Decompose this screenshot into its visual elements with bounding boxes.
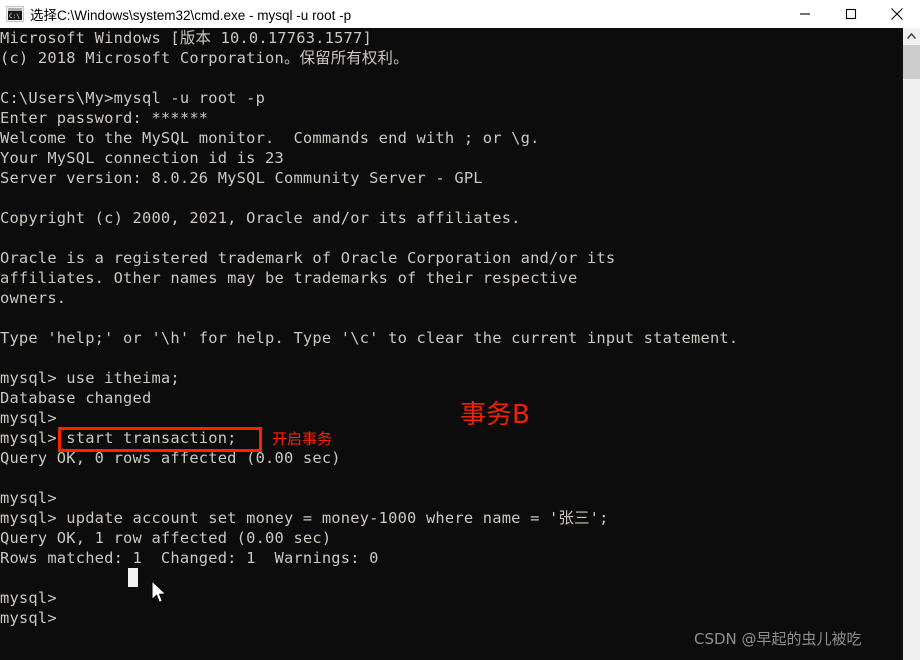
scrollbar-up-arrow-button[interactable] [903,28,920,45]
close-button[interactable] [874,0,920,28]
annotation-label-transaction-b: 事务B [460,400,530,430]
mouse-pointer-icon [151,579,169,606]
window-titlebar[interactable]: C:\ 选择C:\Windows\system32\cmd.exe - mysq… [0,0,920,28]
terminal-output-area[interactable]: Microsoft Windows [版本 10.0.17763.1577] (… [0,28,903,660]
annotation-label-open-transaction: 开启事务 [272,430,333,448]
svg-text:C:\: C:\ [9,13,20,20]
chevron-up-icon [907,33,916,40]
minimize-button[interactable] [782,0,828,28]
close-icon [891,8,903,20]
scrollbar-thumb[interactable] [903,45,920,79]
maximize-icon [845,8,857,20]
minimize-icon [800,13,810,15]
window-title: 选择C:\Windows\system32\cmd.exe - mysql -u… [30,8,352,23]
console-text: Microsoft Windows [版本 10.0.17763.1577] (… [0,29,739,627]
text-caret [128,568,138,587]
csdn-watermark: CSDN @早起的虫儿被吃 [694,630,862,648]
maximize-button[interactable] [828,0,874,28]
vertical-scrollbar[interactable] [903,28,920,660]
cmd-window: C:\ 选择C:\Windows\system32\cmd.exe - mysq… [0,0,920,660]
cmd-app-icon: C:\ [6,6,24,22]
